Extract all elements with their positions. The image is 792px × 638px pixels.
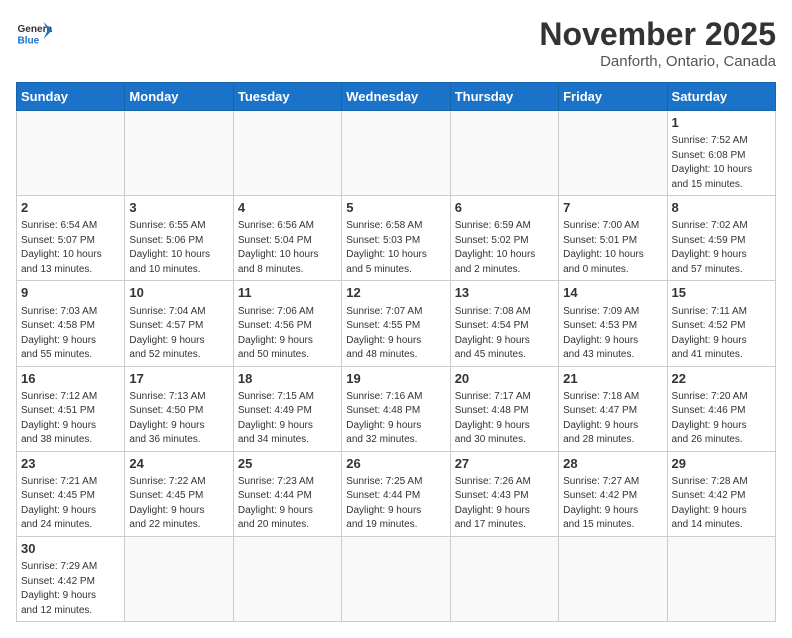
header-tuesday: Tuesday [233,83,341,111]
day-22: 22 Sunrise: 7:20 AMSunset: 4:46 PMDaylig… [667,366,775,451]
empty-cell [559,536,667,621]
day-9: 9 Sunrise: 7:03 AMSunset: 4:58 PMDayligh… [17,281,125,366]
header-wednesday: Wednesday [342,83,450,111]
day-17: 17 Sunrise: 7:13 AMSunset: 4:50 PMDaylig… [125,366,233,451]
day-3: 3 Sunrise: 6:55 AMSunset: 5:06 PMDayligh… [125,196,233,281]
empty-cell [342,536,450,621]
day-1: 1 Sunrise: 7:52 AMSunset: 6:08 PMDayligh… [667,111,775,196]
location: Danforth, Ontario, Canada [539,53,776,70]
logo-icon: General Blue [16,16,52,52]
header-sunday: Sunday [17,83,125,111]
calendar: Sunday Monday Tuesday Wednesday Thursday… [16,82,776,622]
empty-cell [233,536,341,621]
empty-cell [450,536,558,621]
day-10: 10 Sunrise: 7:04 AMSunset: 4:57 PMDaylig… [125,281,233,366]
day-23: 23 Sunrise: 7:21 AMSunset: 4:45 PMDaylig… [17,451,125,536]
day-26: 26 Sunrise: 7:25 AMSunset: 4:44 PMDaylig… [342,451,450,536]
page-header: General Blue November 2025 Danforth, Ont… [16,16,776,70]
empty-cell [233,111,341,196]
empty-cell [559,111,667,196]
svg-text:Blue: Blue [17,35,39,46]
calendar-row-1: 1 Sunrise: 7:52 AMSunset: 6:08 PMDayligh… [17,111,776,196]
day-6: 6 Sunrise: 6:59 AMSunset: 5:02 PMDayligh… [450,196,558,281]
day-27: 27 Sunrise: 7:26 AMSunset: 4:43 PMDaylig… [450,451,558,536]
calendar-row-3: 9 Sunrise: 7:03 AMSunset: 4:58 PMDayligh… [17,281,776,366]
day-12: 12 Sunrise: 7:07 AMSunset: 4:55 PMDaylig… [342,281,450,366]
header-saturday: Saturday [667,83,775,111]
day-25: 25 Sunrise: 7:23 AMSunset: 4:44 PMDaylig… [233,451,341,536]
day-7: 7 Sunrise: 7:00 AMSunset: 5:01 PMDayligh… [559,196,667,281]
day-19: 19 Sunrise: 7:16 AMSunset: 4:48 PMDaylig… [342,366,450,451]
title-block: November 2025 Danforth, Ontario, Canada [539,16,776,70]
day-5: 5 Sunrise: 6:58 AMSunset: 5:03 PMDayligh… [342,196,450,281]
weekday-header-row: Sunday Monday Tuesday Wednesday Thursday… [17,83,776,111]
day-16: 16 Sunrise: 7:12 AMSunset: 4:51 PMDaylig… [17,366,125,451]
day-13: 13 Sunrise: 7:08 AMSunset: 4:54 PMDaylig… [450,281,558,366]
month-title: November 2025 [539,16,776,53]
day-30: 30 Sunrise: 7:29 AMSunset: 4:42 PMDaylig… [17,536,125,621]
calendar-row-5: 23 Sunrise: 7:21 AMSunset: 4:45 PMDaylig… [17,451,776,536]
day-21: 21 Sunrise: 7:18 AMSunset: 4:47 PMDaylig… [559,366,667,451]
day-8: 8 Sunrise: 7:02 AMSunset: 4:59 PMDayligh… [667,196,775,281]
header-monday: Monday [125,83,233,111]
header-friday: Friday [559,83,667,111]
empty-cell [125,111,233,196]
calendar-row-6: 30 Sunrise: 7:29 AMSunset: 4:42 PMDaylig… [17,536,776,621]
day-14: 14 Sunrise: 7:09 AMSunset: 4:53 PMDaylig… [559,281,667,366]
empty-cell [125,536,233,621]
day-18: 18 Sunrise: 7:15 AMSunset: 4:49 PMDaylig… [233,366,341,451]
calendar-row-4: 16 Sunrise: 7:12 AMSunset: 4:51 PMDaylig… [17,366,776,451]
day-29: 29 Sunrise: 7:28 AMSunset: 4:42 PMDaylig… [667,451,775,536]
day-24: 24 Sunrise: 7:22 AMSunset: 4:45 PMDaylig… [125,451,233,536]
calendar-row-2: 2 Sunrise: 6:54 AMSunset: 5:07 PMDayligh… [17,196,776,281]
day-28: 28 Sunrise: 7:27 AMSunset: 4:42 PMDaylig… [559,451,667,536]
logo: General Blue [16,16,52,52]
day-20: 20 Sunrise: 7:17 AMSunset: 4:48 PMDaylig… [450,366,558,451]
header-thursday: Thursday [450,83,558,111]
day-4: 4 Sunrise: 6:56 AMSunset: 5:04 PMDayligh… [233,196,341,281]
empty-cell [450,111,558,196]
day-11: 11 Sunrise: 7:06 AMSunset: 4:56 PMDaylig… [233,281,341,366]
empty-cell [667,536,775,621]
day-15: 15 Sunrise: 7:11 AMSunset: 4:52 PMDaylig… [667,281,775,366]
day-2: 2 Sunrise: 6:54 AMSunset: 5:07 PMDayligh… [17,196,125,281]
empty-cell [17,111,125,196]
empty-cell [342,111,450,196]
